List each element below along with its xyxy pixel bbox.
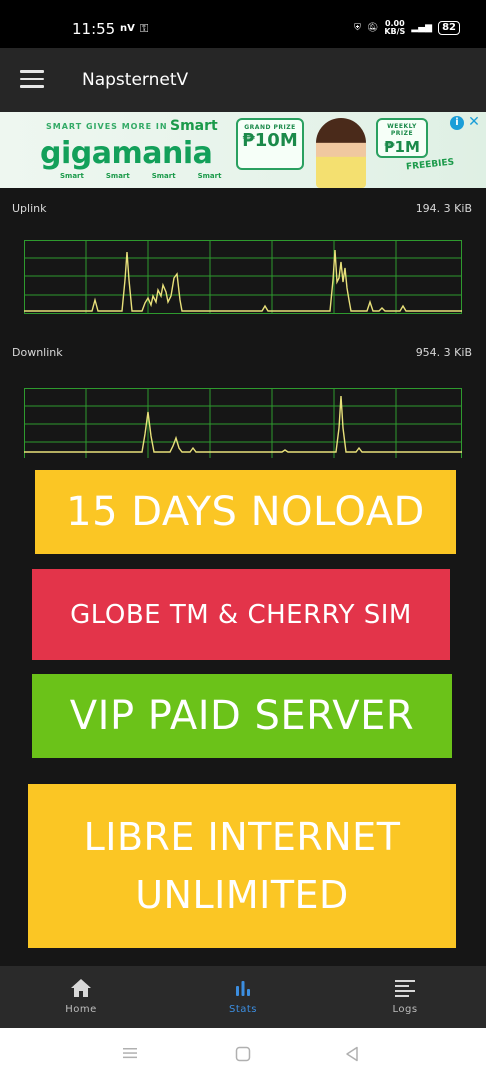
back-icon[interactable]	[344, 1046, 360, 1062]
mute-icon: 🔕︎	[366, 23, 379, 33]
downlink-grid	[24, 388, 462, 458]
ad-info-icon[interactable]: i	[450, 116, 464, 130]
ad-brand-logo: Smart	[60, 172, 84, 180]
banner-libre-internet: LIBRE INTERNET UNLIMITED	[28, 784, 456, 948]
nav-stats-label: Stats	[228, 1004, 258, 1015]
ad-model-image	[316, 118, 366, 188]
home-icon	[71, 979, 91, 997]
ad-tagline: SMART GIVES MORE IN	[46, 122, 168, 131]
banner-libre-line1: LIBRE INTERNET	[83, 815, 401, 859]
downlink-value: 954. 3 KiB	[415, 346, 472, 359]
banner-vip-server: VIP PAID SERVER	[32, 674, 452, 758]
ad-banner[interactable]: SMART GIVES MORE IN Smart gigamania Smar…	[0, 112, 486, 188]
uplink-graph	[24, 240, 462, 314]
status-bar: 11:55 nV ⚿ ⛨ 🔕︎ 0.00 KB/S ▂▄▆ 82	[0, 0, 486, 48]
nav-logs[interactable]: Logs	[324, 966, 486, 1028]
bar-chart-icon	[236, 981, 250, 996]
ad-brand-logo: Smart	[151, 172, 176, 180]
ad-close-icon[interactable]: ✕	[466, 114, 482, 130]
status-carrier: nV	[120, 23, 135, 34]
system-navigation-bar	[0, 1028, 486, 1080]
uplink-label: Uplink	[12, 202, 47, 215]
ad-brand: Smart	[170, 118, 218, 134]
vpn-key-icon: ⚿	[140, 22, 149, 35]
recents-icon[interactable]	[122, 1046, 138, 1060]
ad-headline: gigamania	[40, 136, 213, 171]
signal-icon: ▂▄▆	[411, 23, 433, 33]
hamburger-menu-icon[interactable]	[20, 70, 44, 88]
nav-logs-label: Logs	[392, 1004, 418, 1015]
home-button-icon[interactable]	[235, 1046, 251, 1062]
battery-badge: 82	[438, 21, 460, 35]
banner-noload: 15 DAYS NOLOAD	[35, 470, 456, 554]
bottom-navigation: Home Stats Logs	[0, 966, 486, 1028]
weekly-prize-amount: ₱1M	[384, 138, 420, 156]
nav-home[interactable]: Home	[0, 966, 162, 1028]
status-right: ⛨ 🔕︎ 0.00 KB/S ▂▄▆ 82	[354, 20, 460, 36]
vpn-icon: ⛨	[354, 23, 361, 33]
nav-stats[interactable]: Stats	[162, 966, 324, 1028]
nav-home-label: Home	[65, 1004, 97, 1015]
downlink-graph	[24, 388, 462, 458]
network-speed: 0.00 KB/S	[384, 20, 405, 36]
weekly-prize-label: WEEKLY PRIZE	[387, 123, 417, 137]
status-time: 11:55	[72, 20, 116, 38]
banner-globe-tm: GLOBE TM & CHERRY SIM	[32, 569, 450, 660]
banner-libre-line2: UNLIMITED	[135, 873, 349, 917]
uplink-grid	[24, 240, 462, 314]
ad-brand-logo: Smart	[197, 172, 222, 180]
logs-list-icon	[395, 980, 415, 997]
ad-brand-logos: Smart Smart Smart Smart	[60, 172, 221, 180]
speed-unit: KB/S	[384, 27, 406, 36]
ad-freebies: FREEBIES	[405, 157, 455, 173]
grand-prize-card: GRAND PRIZE ₱10M	[236, 118, 304, 170]
downlink-label: Downlink	[12, 346, 63, 359]
weekly-prize-card: WEEKLY PRIZE ₱1M	[376, 118, 428, 158]
grand-prize-amount: ₱10M	[242, 130, 298, 151]
app-title: NapsternetV	[82, 70, 189, 90]
ad-brand-logo: Smart	[105, 172, 130, 180]
app-bar: NapsternetV	[0, 48, 486, 112]
uplink-value: 194. 3 KiB	[415, 202, 472, 215]
